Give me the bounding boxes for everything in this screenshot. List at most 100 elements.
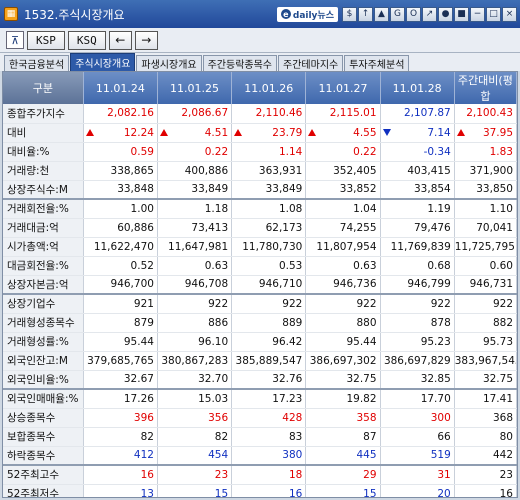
table-cell: 922 — [305, 293, 381, 314]
table-cell: 62,173 — [231, 218, 307, 238]
table-cell: 20 — [380, 484, 455, 497]
table-cell: 946,736 — [305, 275, 381, 295]
tab-1[interactable]: 주식시장개요 — [70, 53, 136, 71]
stop-button[interactable]: ■ — [454, 6, 469, 22]
window-title: 1532.주식시장개요 — [24, 7, 125, 22]
table-cell: 13 — [83, 484, 158, 497]
table-cell: 95.23 — [380, 332, 455, 352]
table-row: 종합주가지수 2,082.16 2,086.67 2,110.46 2,115.01 2,… — [3, 104, 517, 124]
table-cell: 87 — [305, 427, 381, 447]
close-button[interactable]: × — [502, 6, 517, 22]
column-header-date: 11.01.28 — [380, 72, 455, 104]
tab-4[interactable]: 주간테마지수 — [278, 55, 344, 71]
table-cell: 371,900 — [454, 161, 517, 181]
tab-bar: 한국금융분석 주식시장개요 파생시장개요 주간등락종목수 주간테마지수 투자주체분석 — [0, 53, 520, 71]
up-arrow-icon — [234, 129, 243, 136]
g-button[interactable]: G — [390, 6, 405, 22]
table-cell: 922 — [231, 293, 307, 314]
link-icon-button[interactable]: ↗ — [422, 6, 437, 22]
table-cell: 428 — [231, 408, 307, 428]
table-cell: 946,710 — [231, 275, 307, 295]
table-row: 거래대금:억 60,886 73,413 62,173 74,255 79,476 70,0… — [3, 218, 517, 238]
table-cell: 96.42 — [231, 332, 307, 352]
minimize-button[interactable]: − — [470, 6, 485, 22]
table-cell: 922 — [380, 293, 455, 314]
table-cell: 882 — [454, 313, 517, 333]
tab-2[interactable]: 파생시장개요 — [136, 55, 202, 71]
table-cell: 4.55 — [305, 123, 381, 143]
table-cell: 412 — [83, 446, 158, 466]
column-header-date: 11.01.25 — [157, 72, 233, 104]
table-cell: 403,415 — [380, 161, 455, 181]
row-label: 52주최고수 — [3, 464, 84, 485]
table-cell: 0.22 — [305, 142, 381, 162]
table-row: 거래형성률:% 95.44 96.10 96.42 95.44 95.23 95.73 — [3, 332, 517, 352]
table-row: 상승종목수 396 356 428 358 300 368 — [3, 408, 517, 428]
table-cell: 0.63 — [157, 256, 233, 276]
row-label: 외국인비율:% — [3, 370, 84, 390]
row-label: 52주최저수 — [3, 484, 84, 497]
table-cell: 11,647,981 — [157, 237, 233, 257]
currency-button[interactable]: $ — [342, 6, 357, 22]
row-label: 거래대금:억 — [3, 218, 84, 238]
table-cell: 32.76 — [231, 370, 307, 390]
cell-value: 37.95 — [482, 126, 513, 139]
next-arrow-button[interactable]: → — [134, 30, 158, 50]
app-icon: ▦ — [4, 7, 18, 21]
record-button[interactable]: ● — [438, 6, 453, 22]
table-cell: 0.60 — [454, 256, 517, 276]
title-controls: e daily뉴스 $ ↑ ▲ G O ↗ ● ■ − □ × — [276, 6, 517, 22]
table-cell: 33,850 — [454, 180, 517, 200]
row-label: 대비 — [3, 123, 84, 143]
table-cell: 2,082.16 — [83, 104, 158, 124]
row-label: 거래회전율:% — [3, 198, 84, 219]
table-row: 외국인매매율:% 17.26 15.03 17.23 19.82 17.70 17.41 — [3, 388, 517, 409]
edaily-news-button[interactable]: e daily뉴스 — [276, 6, 338, 22]
pin-icon[interactable]: ⊼ — [6, 31, 24, 49]
table-cell: 37.95 — [454, 123, 517, 143]
table-cell: 80 — [454, 427, 517, 447]
table-cell: 1.83 — [454, 142, 517, 162]
table-row: 외국인잔고:M 379,685,765 380,867,283 385,889,547… — [3, 351, 517, 371]
table-cell: 32.75 — [454, 370, 517, 390]
table-cell: 70,041 — [454, 218, 517, 238]
table-row: 거래형성종목수 879 886 889 880 878 882 — [3, 313, 517, 333]
cell-value: 12.24 — [123, 126, 154, 139]
o-button[interactable]: O — [406, 6, 421, 22]
ksp-button[interactable]: KSP — [27, 30, 65, 50]
row-label: 상장주식수:M — [3, 180, 84, 200]
table-row: 상장주식수:M 33,848 33,849 33,849 33,852 33,854 33,… — [3, 180, 517, 200]
table-cell: 385,889,547 — [231, 351, 307, 371]
up-arrow-button[interactable]: ↑ — [358, 6, 373, 22]
table-cell: 379,685,765 — [83, 351, 158, 371]
row-label: 대금회전율:% — [3, 256, 84, 276]
table-cell: 95.44 — [83, 332, 158, 352]
table-cell: 363,931 — [231, 161, 307, 181]
ksq-button[interactable]: KSQ — [67, 30, 106, 50]
table-row: 대비율:% 0.59 0.22 1.14 0.22 -0.34 1.83 — [3, 142, 517, 162]
table-cell: 0.22 — [157, 142, 233, 162]
table-cell: 358 — [305, 408, 381, 428]
table-cell: 74,255 — [305, 218, 381, 238]
table-cell: 0.68 — [380, 256, 455, 276]
table-cell: 442 — [454, 446, 517, 466]
tab-0[interactable]: 한국금융분석 — [4, 55, 70, 71]
table-cell: 400,886 — [157, 161, 233, 181]
maximize-button[interactable]: □ — [486, 6, 501, 22]
row-label: 상장기업수 — [3, 293, 84, 314]
prev-arrow-button[interactable]: ← — [108, 30, 132, 50]
table-cell: 31 — [380, 464, 455, 485]
triangle-up-button[interactable]: ▲ — [374, 6, 389, 22]
tab-5[interactable]: 투자주체분석 — [344, 55, 410, 71]
table-cell: 7.14 — [380, 123, 455, 143]
table-cell: 33,849 — [157, 180, 233, 200]
table-cell: 95.44 — [305, 332, 381, 352]
table-row: 외국인비율:% 32.67 32.70 32.76 32.75 32.85 32.75 — [3, 370, 517, 390]
table-row: 하락종목수 412 454 380 445 519 442 — [3, 446, 517, 466]
table-cell: 32.70 — [157, 370, 233, 390]
cell-value: 7.14 — [427, 126, 451, 139]
table-header: 구분 11.01.24 11.01.25 11.01.26 11.01.27 11.01.… — [3, 72, 517, 104]
table-cell: 11,807,954 — [305, 237, 381, 257]
tab-3[interactable]: 주간등락종목수 — [202, 55, 278, 71]
table-cell: 922 — [157, 293, 233, 314]
